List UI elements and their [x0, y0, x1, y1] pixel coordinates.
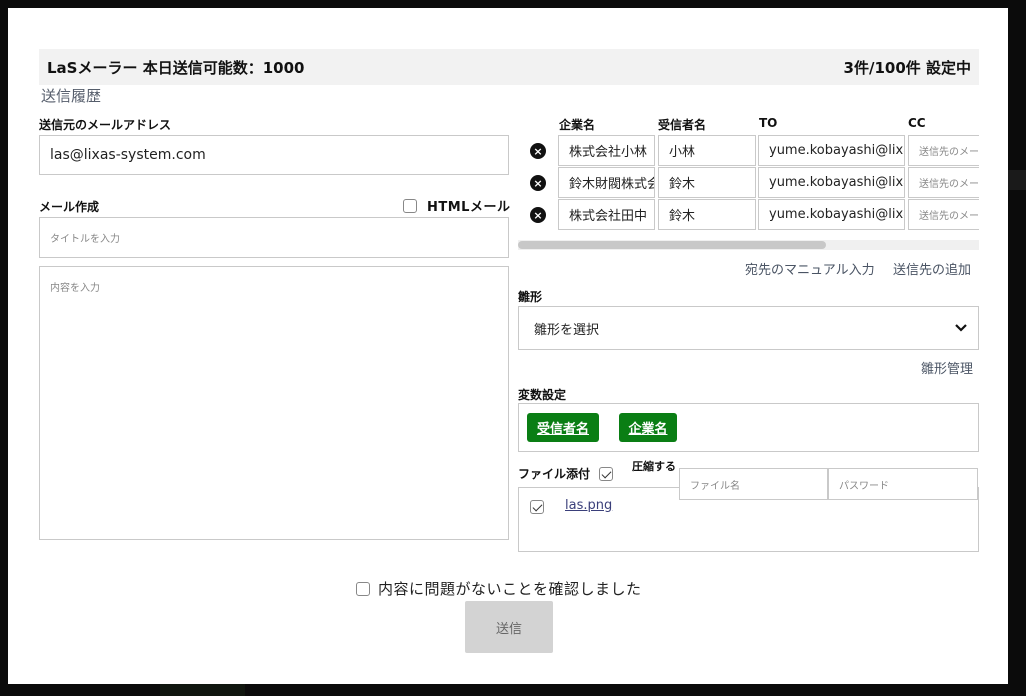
cc-cell[interactable]: 送信先のメールアドレス: [908, 199, 979, 230]
sender-email-input[interactable]: las@lixas-system.com: [39, 135, 509, 175]
confirm-label: 内容に問題がないことを確認しました: [378, 580, 642, 598]
company-cell[interactable]: 鈴木財閥株式会社: [558, 167, 655, 198]
sender-label: 送信元のメールアドレス: [39, 118, 172, 132]
html-mail-toggle[interactable]: HTMLメール: [403, 196, 510, 215]
variable-recipient-name-button[interactable]: 受信者名: [527, 413, 599, 442]
header-bar: LaSメーラー 本日送信可能数：1000 3件/100件 設定中: [39, 49, 979, 85]
template-label: 雛形: [518, 290, 543, 304]
to-cell[interactable]: yume.kobayashi@lixas: [758, 199, 905, 230]
remove-row-icon[interactable]: ×: [530, 207, 546, 223]
recipient-name-cell[interactable]: 鈴木: [658, 167, 756, 198]
template-select-value: 雛形を選択: [534, 322, 600, 338]
html-mail-checkbox[interactable]: [403, 198, 417, 213]
confirm-toggle[interactable]: 内容に問題がないことを確認しました: [356, 578, 642, 599]
remove-row-icon[interactable]: ×: [530, 143, 546, 159]
attachment-label: ファイル添付: [518, 467, 591, 481]
table-scrollbar-thumb[interactable]: [518, 241, 826, 249]
variable-company-button[interactable]: 企業名: [619, 413, 677, 442]
send-button[interactable]: 送信: [465, 601, 553, 653]
background-strip: [160, 684, 245, 696]
cc-cell[interactable]: 送信先のメールアドレス: [908, 135, 979, 166]
template-select[interactable]: 雛形を選択: [518, 306, 979, 350]
column-company: 企業名: [559, 118, 596, 132]
cc-cell[interactable]: 送信先のメールアドレス: [908, 167, 979, 198]
to-cell[interactable]: yume.kobayashi@lixas: [758, 135, 905, 166]
file-checkbox[interactable]: [530, 500, 544, 514]
to-cell[interactable]: yume.kobayashi@lixas: [758, 167, 905, 198]
compose-label: メール作成: [39, 200, 100, 214]
recipient-status: 3件/100件 設定中: [843, 58, 971, 77]
title-input[interactable]: タイトルを入力: [39, 217, 509, 258]
column-cc: CC: [908, 116, 926, 130]
company-cell[interactable]: 株式会社小林: [558, 135, 655, 166]
column-recipient-name: 受信者名: [658, 118, 707, 132]
company-cell[interactable]: 株式会社田中: [558, 199, 655, 230]
confirm-checkbox[interactable]: [356, 581, 370, 596]
send-history-link[interactable]: 送信履歴: [41, 85, 101, 106]
manual-input-link[interactable]: 宛先のマニュアル入力: [745, 259, 875, 278]
recipient-name-cell[interactable]: 鈴木: [658, 199, 756, 230]
background-edge: [1008, 170, 1026, 190]
add-recipient-link[interactable]: 送信先の追加: [893, 259, 971, 278]
compress-checkbox[interactable]: [599, 467, 613, 481]
template-manage-link[interactable]: 雛形管理: [921, 358, 973, 377]
attached-file-link[interactable]: las.png: [565, 498, 612, 513]
app-title: LaSメーラー 本日送信可能数：1000: [47, 58, 305, 77]
chevron-down-icon: [955, 324, 967, 332]
filename-input[interactable]: ファイル名: [679, 468, 828, 500]
variables-box: 受信者名 企業名: [518, 403, 979, 452]
remove-row-icon[interactable]: ×: [530, 175, 546, 191]
body-textarea[interactable]: 内容を入力: [39, 266, 509, 540]
compress-label: 圧縮する: [632, 460, 676, 473]
mailer-modal: LaSメーラー 本日送信可能数：1000 3件/100件 設定中 送信履歴 送信…: [8, 8, 1008, 684]
recipient-name-cell[interactable]: 小林: [658, 135, 756, 166]
column-to: TO: [759, 116, 778, 130]
password-input[interactable]: パスワード: [828, 468, 978, 500]
variables-label: 変数設定: [518, 388, 567, 402]
html-mail-label: HTMLメール: [427, 200, 511, 215]
